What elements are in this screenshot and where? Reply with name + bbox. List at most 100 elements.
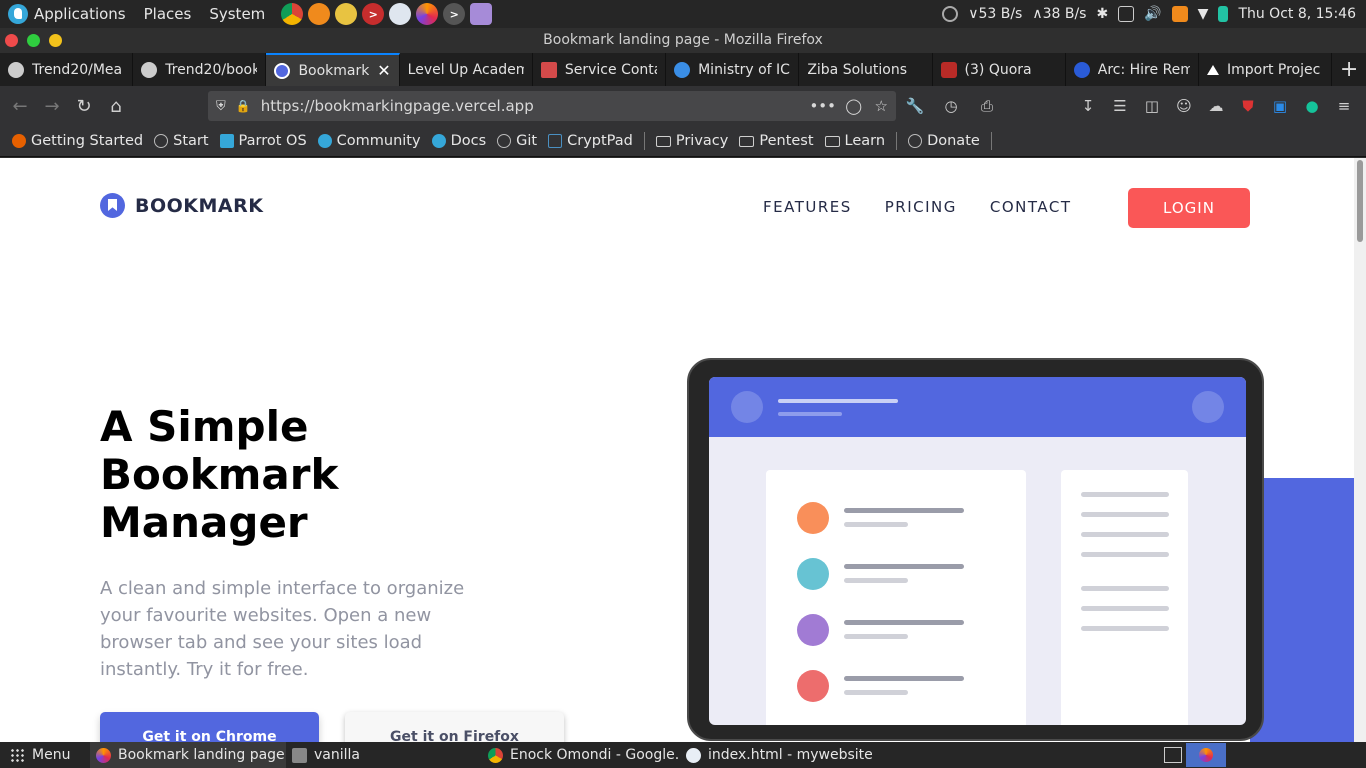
taskbar-item-vanilla[interactable]: vanilla	[286, 742, 482, 768]
library-icon[interactable]: ☰	[1106, 90, 1134, 122]
globe-icon	[908, 134, 923, 148]
taskbar-item-vscode[interactable]: index.html - mywebsite ...	[680, 742, 876, 768]
list-line	[844, 620, 964, 625]
parrot-icon	[219, 134, 234, 148]
print-icon[interactable]: ⎙	[972, 90, 1002, 122]
applications-menu[interactable]: Applications	[8, 4, 126, 24]
battery-icon[interactable]	[1218, 6, 1229, 22]
taskbar-menu-button[interactable]: Menu	[0, 747, 90, 763]
bookmark-star-icon[interactable]: ☆	[875, 97, 888, 115]
tab-ministry-of-ict[interactable]: Ministry of IC	[666, 53, 800, 86]
workspace-1[interactable]	[1186, 743, 1226, 767]
site-logo-text: BOOKMARK	[135, 194, 264, 217]
nav-features[interactable]: FEATURES	[763, 198, 852, 216]
tab-import-project[interactable]: Import Projec	[1199, 53, 1333, 86]
new-tab-button[interactable]: +	[1332, 53, 1366, 86]
text-editor-icon[interactable]	[470, 3, 493, 25]
firefox-icon[interactable]	[416, 3, 439, 25]
nav-contact[interactable]: CONTACT	[990, 198, 1072, 216]
cryptpad-icon	[548, 134, 563, 148]
places-menu[interactable]: Places	[144, 5, 192, 23]
get-it-on-chrome-button[interactable]: Get it on Chrome	[100, 712, 319, 742]
get-it-on-firefox-button[interactable]: Get it on Firefox	[345, 712, 564, 742]
close-window-button[interactable]	[5, 34, 18, 47]
list-dot-cyan	[797, 558, 829, 590]
bookmark-folder-pentest[interactable]: Pentest	[739, 133, 814, 149]
chrome-icon[interactable]	[281, 3, 304, 25]
side-line	[1081, 532, 1169, 537]
header-line-short	[778, 412, 842, 416]
tab-level-up-academy[interactable]: Level Up Academ	[400, 53, 533, 86]
volume-icon[interactable]: 🔊	[1144, 6, 1161, 22]
site-logo[interactable]: BOOKMARK	[100, 193, 263, 218]
downloads-icon[interactable]: ↧	[1074, 90, 1102, 122]
home-button[interactable]: ⌂	[100, 90, 132, 122]
side-line	[1081, 512, 1169, 517]
bookmark-start[interactable]: Start	[154, 133, 209, 149]
header-line	[778, 399, 898, 403]
skype-icon[interactable]: ▣	[1266, 90, 1294, 122]
tab-quora[interactable]: (3) Quora	[933, 53, 1066, 86]
page-actions-icon[interactable]: •••	[809, 97, 836, 115]
bookmark-folder-privacy[interactable]: Privacy	[655, 133, 728, 149]
taskbar-item-chrome[interactable]: Enock Omondi - Google...	[482, 742, 680, 768]
reload-button[interactable]: ↻	[68, 90, 100, 122]
hamburger-menu-icon[interactable]: ≡	[1330, 90, 1358, 122]
tab-trend20-bookmark[interactable]: Trend20/book	[133, 53, 267, 86]
clock[interactable]: Thu Oct 8, 15:46	[1238, 6, 1356, 22]
lock-icon[interactable]: 🔒	[236, 99, 251, 113]
keyring-icon[interactable]	[335, 3, 358, 25]
ublock-icon[interactable]: ⛊	[1234, 90, 1262, 122]
bookmark-logo-icon	[100, 193, 125, 218]
maximize-window-button[interactable]	[27, 34, 40, 47]
bookmark-docs[interactable]: Docs	[431, 133, 486, 149]
terminal-red-icon[interactable]: >	[362, 3, 385, 25]
network-icon[interactable]	[389, 3, 412, 25]
tab-service-contacts[interactable]: Service Conta	[533, 53, 667, 86]
bluetooth-icon[interactable]: ✱	[1096, 6, 1108, 22]
tab-arc[interactable]: Arc: Hire Rem	[1066, 53, 1199, 86]
tab-trend20-meal[interactable]: Trend20/Mea	[0, 53, 134, 86]
network-activity-icon[interactable]	[942, 6, 959, 22]
tab-bookmark-landing[interactable]: Bookmark l✕	[266, 53, 400, 86]
navigation-toolbar: ← → ↻ ⌂ ⛨ 🔒 https://bookmarkingpage.verc…	[0, 86, 1366, 126]
minimize-window-button[interactable]	[49, 34, 62, 47]
bookmark-cryptpad[interactable]: CryptPad	[548, 133, 633, 149]
bookmark-git[interactable]: Git	[497, 133, 537, 149]
vlc-tray-icon[interactable]	[1171, 6, 1188, 22]
account-icon[interactable]: ☺	[1170, 90, 1198, 122]
bookmark-parrot-os[interactable]: Parrot OS	[219, 133, 307, 149]
login-button[interactable]: LOGIN	[1128, 188, 1250, 228]
bookmark-donate[interactable]: Donate	[908, 133, 980, 149]
bookmark-getting-started[interactable]: Getting Started	[12, 133, 143, 149]
nav-pricing[interactable]: PRICING	[885, 198, 957, 216]
folder-icon	[824, 135, 840, 147]
show-desktop-icon[interactable]	[1164, 747, 1182, 763]
system-menu[interactable]: System	[209, 5, 265, 23]
close-tab-icon[interactable]: ✕	[377, 61, 390, 80]
shield-icon[interactable]: ⛨	[216, 99, 226, 114]
history-icon[interactable]: ◷	[936, 90, 966, 122]
window-title: Bookmark landing page - Mozilla Firefox	[543, 32, 823, 48]
terminal-icon[interactable]: >	[443, 3, 466, 25]
list-line-short	[844, 578, 908, 583]
wrench-icon[interactable]: 🔧	[900, 90, 930, 122]
page-scrollbar[interactable]	[1354, 158, 1366, 742]
pocket-icon[interactable]: ◯	[845, 97, 862, 115]
extension-icon[interactable]: ☁	[1202, 90, 1230, 122]
scrollbar-thumb[interactable]	[1357, 160, 1363, 242]
url-bar[interactable]: ⛨ 🔒 https://bookmarkingpage.vercel.app •…	[208, 91, 896, 121]
keyboard-icon[interactable]	[1118, 6, 1135, 22]
github-icon	[141, 61, 158, 78]
bookmark-community[interactable]: Community	[317, 133, 421, 149]
sidebar-icon[interactable]: ◫	[1138, 90, 1166, 122]
grammarly-icon[interactable]: ●	[1298, 90, 1326, 122]
url-text[interactable]: https://bookmarkingpage.vercel.app	[261, 97, 534, 115]
taskbar-item-firefox[interactable]: Bookmark landing page ...	[90, 742, 286, 768]
bookmark-folder-learn[interactable]: Learn	[824, 133, 885, 149]
back-button[interactable]: ←	[4, 90, 36, 122]
wifi-icon[interactable]: ▼	[1198, 6, 1209, 22]
tab-ziba-solutions[interactable]: Ziba Solutions	[799, 53, 933, 86]
forward-button[interactable]: →	[36, 90, 68, 122]
vlc-icon[interactable]	[308, 3, 331, 25]
